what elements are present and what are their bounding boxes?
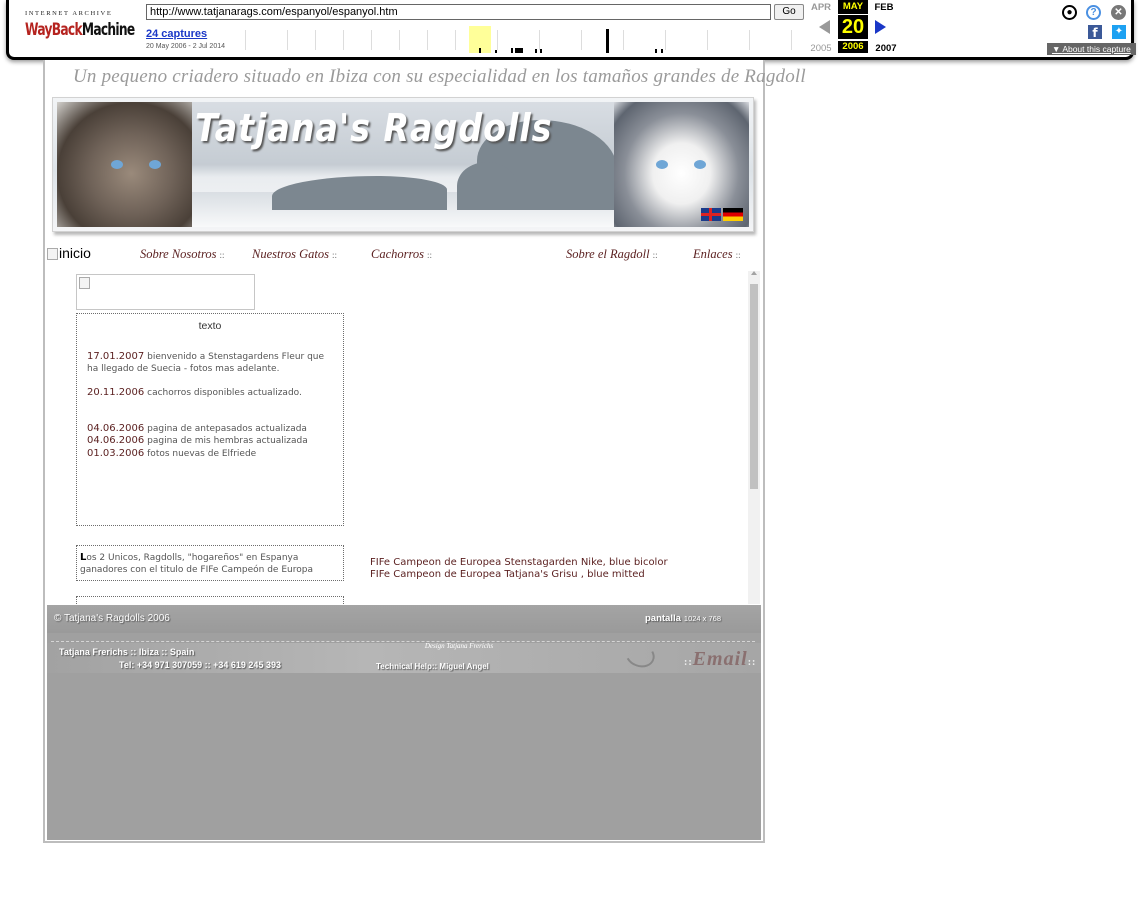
- twitter-icon[interactable]: ✦: [1112, 25, 1126, 39]
- news-item: 04.06.2006 pagina de mis hembras actuali…: [87, 435, 308, 446]
- broken-image: [76, 274, 255, 310]
- nav-enlaces[interactable]: Enlaces::: [693, 247, 741, 262]
- broken-image-icon: [79, 277, 90, 289]
- nav-nuestros-gatos[interactable]: Nuestros Gatos::: [252, 247, 337, 262]
- nav-sobre-el-ragdoll[interactable]: Sobre el Ragdoll::: [566, 247, 658, 262]
- news-title: texto: [198, 320, 222, 332]
- fife-champions-list: FIFe Campeon de Europea Stenstagarden Ni…: [370, 557, 700, 581]
- news-box: texto 17.01.2007 bienvenido a Stenstagar…: [76, 313, 344, 526]
- cat-photo-left: [57, 102, 192, 227]
- go-button[interactable]: Go: [774, 4, 804, 20]
- news-item: 01.03.2006 fotos nuevas de Elfriede: [87, 447, 257, 459]
- contact-name: Tatjana Frerichs :: Ibiza :: Spain: [59, 647, 195, 657]
- next-capture-arrow-icon[interactable]: [875, 20, 886, 34]
- site-frame: Un pequeno criadero situado en Ibiza con…: [43, 60, 806, 843]
- copyright-text: © Tatjana's Ragdolls 2006: [54, 613, 170, 624]
- german-flag-icon[interactable]: [723, 208, 743, 221]
- current-day: 20: [838, 15, 868, 39]
- scrollbar-thumb[interactable]: [750, 284, 758, 489]
- champions-text: Los 2 Unicos, Ragdolls, "hogareños" en E…: [80, 552, 313, 575]
- prev-year-label[interactable]: 2005: [806, 43, 836, 54]
- technical-help-credit: Technical Help:: Miguel Angel: [376, 662, 489, 671]
- news-item: 20.11.2006 cachorros disponibles actuali…: [87, 387, 302, 398]
- next-year-label[interactable]: 2007: [871, 43, 901, 54]
- main-nav: inicio Sobre Nosotros:: Nuestros Gatos::…: [45, 243, 765, 267]
- current-year-label: 2006: [838, 41, 868, 53]
- site-tagline: Un pequeno criadero situado en Ibiza con…: [73, 66, 806, 87]
- facebook-icon[interactable]: f: [1088, 25, 1102, 40]
- fife-line: FIFe Campeon de Europea Tatjana's Grisu …: [370, 569, 645, 580]
- banner-title: Tatjana's Ragdolls: [195, 106, 553, 150]
- wayback-url-input[interactable]: [146, 4, 771, 20]
- wayback-toolbar: INTERNET ARCHIVE WayBackMachine Go 24 ca…: [6, 0, 1136, 60]
- broken-image-icon: [47, 248, 58, 260]
- wayback-machine-wordmark: WayBackMachine: [25, 20, 135, 40]
- screen-resolution-note: pantalla 1024 x 768: [645, 613, 722, 624]
- scroll-up-arrow-icon[interactable]: [751, 271, 757, 275]
- prev-capture-arrow-icon[interactable]: [819, 20, 830, 34]
- content-scrollbar[interactable]: [748, 271, 760, 604]
- design-signature: Design Tatjana Frerichs: [424, 642, 494, 650]
- email-link[interactable]: ::Email::: [684, 648, 756, 671]
- contact-phone: Tel: +34 971 307059 :: +34 619 245 393: [119, 660, 281, 670]
- partial-box: [76, 596, 344, 604]
- site-footer: © Tatjana's Ragdolls 2006 pantalla 1024 x…: [47, 605, 761, 840]
- fife-line: FIFe Campeon de Europea Stenstagarden Ni…: [370, 557, 668, 568]
- prev-month-label[interactable]: APR: [806, 2, 836, 13]
- close-icon[interactable]: ✕: [1111, 5, 1126, 20]
- current-month-label: MAY: [838, 0, 868, 14]
- champions-box: Los 2 Unicos, Ragdolls, "hogareños" en E…: [76, 545, 344, 581]
- user-icon[interactable]: ●: [1062, 5, 1077, 20]
- news-item: 04.06.2006 pagina de antepasados actuali…: [87, 422, 307, 434]
- nav-sobre-nosotros[interactable]: Sobre Nosotros::: [140, 247, 225, 262]
- about-capture-link[interactable]: ▼ About this capture: [1047, 43, 1136, 55]
- nav-cachorros[interactable]: Cachorros::: [371, 247, 432, 262]
- captures-link[interactable]: 24 captures: [146, 28, 207, 40]
- content-area[interactable]: texto 17.01.2007 bienvenido a Stenstagar…: [45, 267, 761, 604]
- nav-inicio[interactable]: inicio: [47, 245, 91, 261]
- next-month-label[interactable]: FEB: [869, 2, 899, 13]
- english-flag-icon[interactable]: [701, 208, 721, 221]
- news-item: 17.01.2007 bienvenido a Stenstagardens F…: [87, 351, 325, 374]
- capture-date-range: 20 May 2006 - 2 Jul 2014: [146, 43, 225, 50]
- wayback-logo[interactable]: INTERNET ARCHIVE WayBackMachine: [23, 8, 135, 48]
- capture-sparkline[interactable]: [245, 26, 803, 53]
- internet-archive-label: INTERNET ARCHIVE: [25, 10, 113, 17]
- site-banner: Tatjana's Ragdolls: [52, 97, 754, 232]
- help-icon[interactable]: ?: [1086, 5, 1101, 20]
